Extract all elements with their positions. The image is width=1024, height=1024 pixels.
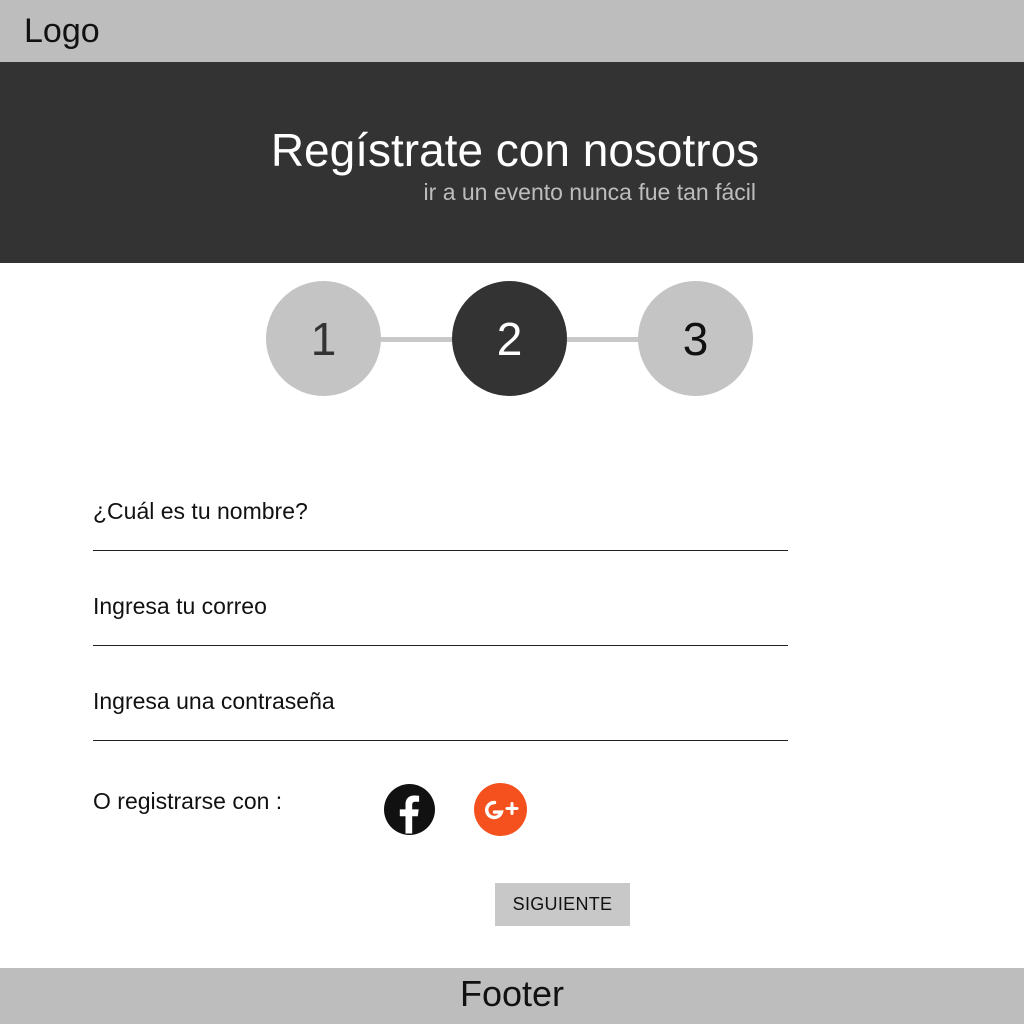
step-connector: [376, 337, 456, 342]
page-title: Regístrate con nosotros: [270, 124, 760, 176]
email-input[interactable]: [93, 586, 788, 626]
email-field: [93, 586, 788, 646]
page-subtitle: ir a un evento nunca fue tan fácil: [423, 179, 756, 205]
step-2-active[interactable]: 2: [452, 281, 567, 396]
step-1[interactable]: 1: [266, 281, 381, 396]
social-signup-label: O registrarse con :: [93, 788, 283, 814]
step-indicator: 1 2 3: [266, 281, 753, 396]
step-3[interactable]: 3: [638, 281, 753, 396]
registration-page: Logo Regístrate con nosotros ir a un eve…: [0, 0, 1024, 1024]
google-plus-signup-button[interactable]: [474, 783, 527, 836]
footer: Footer: [0, 968, 1024, 1024]
hero-banner: Regístrate con nosotros ir a un evento n…: [0, 62, 1024, 263]
password-field: [93, 681, 788, 741]
facebook-signup-button[interactable]: [384, 784, 435, 835]
name-field: [93, 491, 788, 551]
password-input[interactable]: [93, 681, 788, 721]
footer-label: Footer: [459, 973, 565, 1014]
facebook-icon: [399, 795, 420, 834]
top-bar: Logo: [0, 0, 1024, 62]
next-button[interactable]: SIGUIENTE: [495, 883, 630, 926]
google-plus-icon: [485, 800, 519, 820]
step-connector: [562, 337, 642, 342]
name-input[interactable]: [93, 491, 788, 531]
logo[interactable]: Logo: [24, 11, 100, 51]
